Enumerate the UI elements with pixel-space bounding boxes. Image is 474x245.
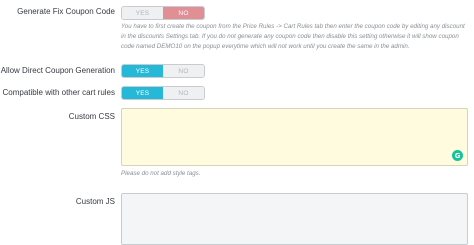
- fix-coupon-yes-option[interactable]: YES: [122, 7, 163, 19]
- direct-coupon-toggle[interactable]: YES NO: [121, 64, 205, 78]
- custom-css-textarea[interactable]: G: [121, 108, 468, 166]
- direct-coupon-yes-option[interactable]: YES: [122, 65, 163, 77]
- direct-coupon-label: Allow Direct Coupon Generation: [0, 66, 115, 75]
- fix-coupon-toggle[interactable]: YES NO: [121, 6, 205, 20]
- fix-coupon-no-option[interactable]: NO: [163, 7, 204, 19]
- direct-coupon-no-option[interactable]: NO: [163, 65, 204, 77]
- compatible-rules-yes-option[interactable]: YES: [122, 87, 163, 99]
- custom-js-label: Custom JS: [75, 197, 115, 206]
- custom-css-help-text: Please do not add style tags.: [121, 170, 201, 177]
- compatible-rules-label: Compatible with other cart rules: [2, 88, 116, 97]
- compatible-rules-toggle[interactable]: YES NO: [121, 86, 205, 100]
- custom-css-label: Custom CSS: [68, 112, 115, 121]
- fix-coupon-help-text: You have to first create the coupon from…: [121, 23, 465, 50]
- grammarly-icon[interactable]: G: [452, 150, 463, 161]
- custom-js-textarea[interactable]: [121, 193, 468, 245]
- compatible-rules-no-option[interactable]: NO: [163, 87, 204, 99]
- fix-coupon-label: Generate Fix Coupon Code: [17, 7, 115, 16]
